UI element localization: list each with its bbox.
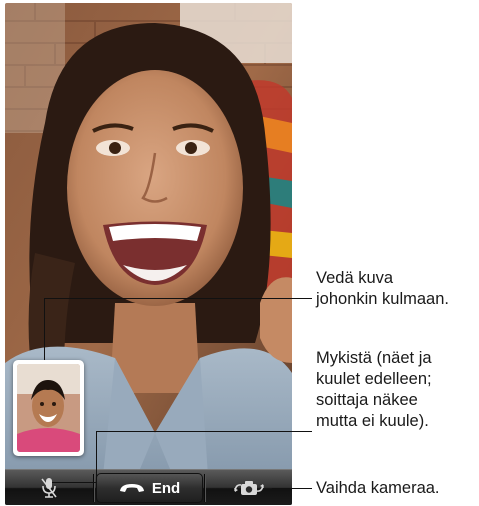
- callout-line-drag: [44, 298, 312, 299]
- call-toolbar: End: [5, 469, 292, 505]
- self-view-pip[interactable]: [13, 360, 84, 456]
- self-view-video: [17, 364, 80, 452]
- callout-line-mute-end: [52, 482, 97, 483]
- camera-switch-icon: [234, 481, 264, 495]
- callout-line-switch: [272, 488, 312, 489]
- callout-line-drag-drop: [44, 298, 45, 360]
- end-call-button[interactable]: End: [96, 473, 203, 503]
- end-call-label: End: [151, 479, 181, 497]
- phone-hangup-icon: [119, 484, 144, 492]
- callout-line-mute: [96, 431, 312, 432]
- facetime-screen: End: [5, 3, 292, 505]
- mute-button[interactable]: [5, 470, 93, 505]
- callout-switch-camera: Vaihda kameraa.: [316, 479, 440, 497]
- callout-line-mute-drop: [96, 431, 97, 483]
- mic-mute-icon: [41, 478, 57, 498]
- toolbar-divider: [93, 474, 95, 502]
- callout-drag-pip: Vedä kuva johonkin kulmaan.: [316, 269, 449, 308]
- callout-mute: Mykistä (näet ja kuulet edelleen; soitta…: [316, 349, 432, 430]
